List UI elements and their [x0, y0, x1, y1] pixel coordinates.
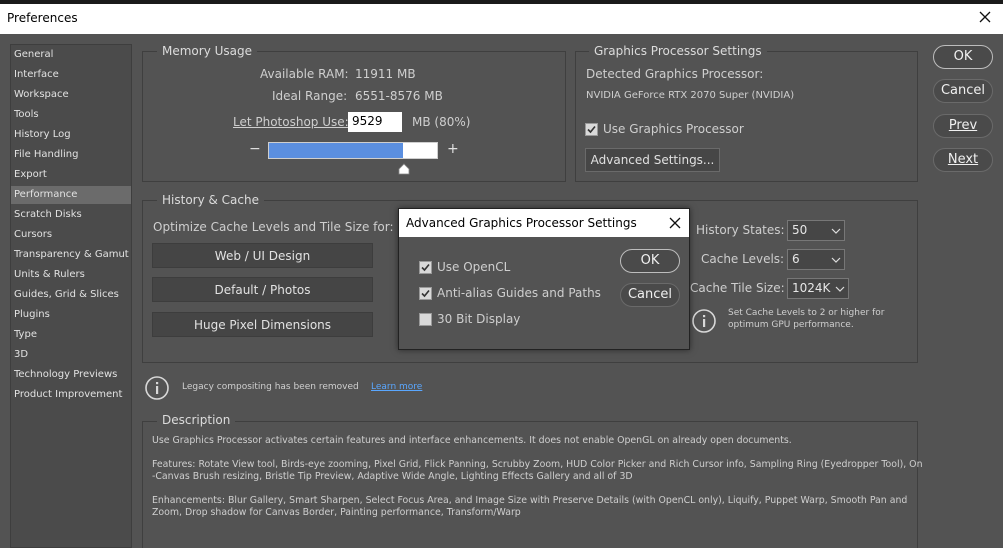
- dialog-ok-button[interactable]: OK: [620, 249, 680, 273]
- cache-tile-size-label: Cache Tile Size:: [690, 281, 785, 295]
- dialog-title: Advanced Graphics Processor Settings: [399, 209, 689, 237]
- memory-use-unit: MB (80%): [412, 115, 471, 129]
- sidebar-item-units-rulers[interactable]: Units & Rulers: [11, 266, 131, 284]
- advanced-gpu-settings-dialog: Advanced Graphics Processor Settings Use…: [398, 208, 690, 350]
- cache-levels-select[interactable]: 6: [787, 249, 845, 270]
- dialog-cancel-button[interactable]: Cancel: [620, 283, 680, 307]
- close-icon[interactable]: [975, 7, 995, 27]
- anti-alias-guides-checkbox[interactable]: [419, 287, 432, 300]
- preferences-sidebar: General Interface Workspace Tools Histor…: [10, 44, 132, 548]
- sidebar-item-performance[interactable]: Performance: [11, 186, 131, 204]
- title-bar: Preferences: [0, 4, 1003, 34]
- cancel-button[interactable]: Cancel: [933, 79, 993, 103]
- sidebar-item-type[interactable]: Type: [11, 326, 131, 344]
- memory-decrease-button[interactable]: −: [249, 141, 261, 157]
- memory-use-input[interactable]: 9529: [348, 112, 402, 132]
- sidebar-item-workspace[interactable]: Workspace: [11, 86, 131, 104]
- default-photos-button[interactable]: Default / Photos: [152, 277, 373, 302]
- description-paragraph-3a: Enhancements: Blur Gallery, Smart Sharpe…: [152, 495, 908, 506]
- cache-tile-size-value: 1024K: [792, 281, 831, 295]
- advanced-settings-button[interactable]: Advanced Settings...: [585, 148, 720, 172]
- history-states-label: History States:: [696, 223, 785, 237]
- description-paragraph-2b: -Canvas Brush resizing, Bristle Tip Prev…: [152, 471, 633, 482]
- detected-gpu-value: NVIDIA GeForce RTX 2070 Super (NVIDIA): [586, 90, 795, 101]
- available-ram-value: 11911 MB: [355, 67, 416, 81]
- let-photoshop-use-label: Let Photoshop Use:: [233, 115, 349, 129]
- chevron-down-icon: [830, 250, 842, 269]
- sidebar-item-product-improvement[interactable]: Product Improvement: [11, 386, 131, 404]
- anti-alias-guides-label: Anti-alias Guides and Paths: [437, 286, 601, 300]
- gpu-settings-legend: Graphics Processor Settings: [589, 44, 767, 58]
- cache-note-line2: optimum GPU performance.: [728, 320, 854, 330]
- learn-more-link[interactable]: Learn more: [371, 382, 422, 392]
- available-ram-label: Available RAM:: [260, 67, 349, 81]
- cache-levels-value: 6: [792, 252, 800, 266]
- sidebar-item-technology-previews[interactable]: Technology Previews: [11, 366, 131, 384]
- sidebar-item-general[interactable]: General: [11, 46, 131, 64]
- use-gpu-label: Use Graphics Processor: [603, 122, 744, 136]
- memory-slider-thumb[interactable]: [398, 160, 410, 175]
- web-ui-design-button[interactable]: Web / UI Design: [152, 243, 373, 268]
- memory-slider-fill: [269, 143, 404, 158]
- huge-pixel-dimensions-button[interactable]: Huge Pixel Dimensions: [152, 312, 373, 337]
- 30-bit-display-label: 30 Bit Display: [437, 312, 521, 326]
- 30-bit-display-checkbox[interactable]: [419, 313, 432, 326]
- chevron-down-icon: [830, 221, 842, 240]
- history-states-select[interactable]: 50: [787, 220, 845, 241]
- sidebar-item-interface[interactable]: Interface: [11, 66, 131, 84]
- description-paragraph-2a: Features: Rotate View tool, Birds-eye zo…: [152, 459, 923, 470]
- use-opencl-label: Use OpenCL: [437, 260, 511, 274]
- description-paragraph-1: Use Graphics Processor activates certain…: [152, 435, 792, 446]
- cache-note-line1: Set Cache Levels to 2 or higher for: [728, 308, 885, 318]
- use-opencl-checkbox[interactable]: [419, 261, 432, 274]
- sidebar-item-tools[interactable]: Tools: [11, 106, 131, 124]
- ok-button[interactable]: OK: [933, 45, 993, 69]
- detected-gpu-label: Detected Graphics Processor:: [586, 67, 764, 81]
- use-gpu-checkbox[interactable]: [585, 123, 598, 136]
- info-icon: [691, 308, 717, 334]
- sidebar-item-guides-grid-slices[interactable]: Guides, Grid & Slices: [11, 286, 131, 304]
- history-cache-legend: History & Cache: [157, 193, 264, 207]
- memory-increase-button[interactable]: +: [447, 141, 459, 157]
- cache-tile-size-select[interactable]: 1024K: [787, 278, 849, 299]
- sidebar-item-history-log[interactable]: History Log: [11, 126, 131, 144]
- sidebar-item-scratch-disks[interactable]: Scratch Disks: [11, 206, 131, 224]
- sidebar-item-transparency-gamut[interactable]: Transparency & Gamut: [11, 246, 131, 264]
- optimize-cache-label: Optimize Cache Levels and Tile Size for:: [153, 220, 394, 234]
- ideal-range-value: 6551-8576 MB: [355, 89, 443, 103]
- window-title: Preferences: [7, 11, 78, 25]
- memory-usage-legend: Memory Usage: [157, 44, 258, 58]
- cache-levels-label: Cache Levels:: [701, 252, 785, 266]
- next-button[interactable]: Next: [933, 148, 993, 172]
- sidebar-item-3d[interactable]: 3D: [11, 346, 131, 364]
- prev-button[interactable]: Prev: [933, 114, 993, 138]
- info-icon: [144, 375, 170, 401]
- sidebar-item-file-handling[interactable]: File Handling: [11, 146, 131, 164]
- sidebar-item-export[interactable]: Export: [11, 166, 131, 184]
- chevron-down-icon: [834, 279, 846, 298]
- close-icon[interactable]: [667, 215, 683, 231]
- description-paragraph-3b: Zoom, Drop shadow for Canvas Border, Pai…: [152, 507, 521, 518]
- history-states-value: 50: [792, 223, 808, 237]
- memory-slider-track[interactable]: [268, 142, 438, 159]
- sidebar-item-cursors[interactable]: Cursors: [11, 226, 131, 244]
- description-legend: Description: [157, 413, 236, 427]
- legacy-compositing-text: Legacy compositing has been removed: [182, 382, 359, 392]
- sidebar-item-plugins[interactable]: Plugins: [11, 306, 131, 324]
- ideal-range-label: Ideal Range:: [272, 89, 348, 103]
